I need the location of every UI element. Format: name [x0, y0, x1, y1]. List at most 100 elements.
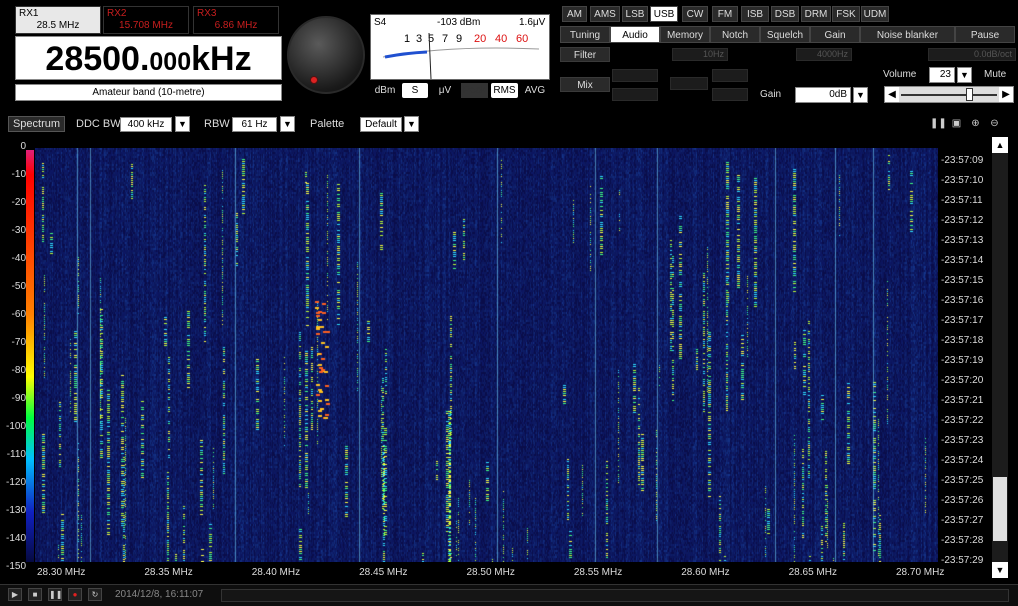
meter-needle-icon — [382, 32, 540, 79]
y-axis-label: -80 — [11, 365, 26, 376]
mode-dsb-button[interactable]: DSB — [771, 6, 799, 22]
recording-timestamp: 2014/12/8, 16:11:07 — [115, 589, 204, 600]
tab-noise-blanker[interactable]: Noise blanker — [860, 26, 955, 43]
mode-udm-button[interactable]: UDM — [861, 6, 889, 22]
filter-preset[interactable] — [612, 69, 658, 82]
tab-pause[interactable]: Pause — [955, 26, 1015, 43]
waterfall-canvas[interactable] — [35, 148, 938, 562]
ddc-bw-select[interactable]: 400 kHz — [120, 117, 172, 132]
loop-icon[interactable]: ↻ — [88, 588, 102, 601]
palette-label: Palette — [310, 118, 345, 130]
y-axis-label: -70 — [11, 337, 26, 348]
time-axis-label: -23:57:28 — [941, 535, 984, 546]
time-axis-label: -23:57:22 — [941, 415, 984, 426]
frequency-main: 28500. — [45, 40, 150, 78]
rbw-label: RBW — [204, 118, 230, 130]
zoom-in-icon[interactable]: ⊕ — [968, 117, 983, 131]
volume-up-arrow-icon[interactable]: ▶ — [999, 87, 1013, 102]
stop-icon[interactable]: ■ — [28, 588, 42, 601]
scrollbar-thumb[interactable] — [993, 477, 1007, 541]
y-axis-label: -90 — [11, 393, 26, 404]
y-axis-label: -10 — [11, 169, 26, 180]
meter-rms-button[interactable]: RMS — [491, 83, 518, 98]
pause-playback-icon[interactable]: ❚❚ — [48, 588, 62, 601]
slope-field[interactable]: 0.0dB/oct — [928, 48, 1016, 61]
time-axis-label: -23:57:23 — [941, 435, 984, 446]
mode-am-button[interactable]: AM — [562, 6, 587, 22]
mode-cw-button[interactable]: CW — [682, 6, 708, 22]
tab-notch[interactable]: Notch — [710, 26, 760, 43]
volume-field[interactable]: 23 — [929, 67, 955, 83]
ddc-bw-dropdown-icon[interactable]: ▼ — [175, 116, 190, 132]
zoom-out-icon[interactable]: ⊖ — [987, 117, 1002, 131]
rx3-freq: 6.86 MHz — [214, 20, 258, 31]
gain-dropdown-icon[interactable]: ▼ — [853, 87, 868, 103]
mode-fsk-button[interactable]: FSK — [832, 6, 860, 22]
rbw-select[interactable]: 61 Hz — [232, 117, 277, 132]
pause-icon[interactable]: ❚❚ — [930, 117, 947, 131]
scroll-down-arrow-icon[interactable]: ▼ — [992, 562, 1008, 578]
mode-lsb-button[interactable]: LSB — [622, 6, 648, 22]
tab-tuning[interactable]: Tuning — [560, 26, 610, 43]
mode-usb-button[interactable]: USB — [650, 6, 678, 22]
high-cut-field[interactable]: 4000Hz — [796, 48, 852, 61]
mix-button[interactable]: Mix — [560, 77, 610, 92]
meter-dbm-button[interactable]: dBm — [371, 83, 399, 98]
x-axis-label: 28.30 MHz — [37, 567, 86, 578]
rx3-tab[interactable]: RX3 6.86 MHz — [193, 6, 279, 34]
mode-isb-button[interactable]: ISB — [741, 6, 769, 22]
frequency-display[interactable]: 28500.000kHz — [15, 36, 282, 80]
rx2-tab[interactable]: RX2 15.708 MHz — [103, 6, 189, 34]
frequency-unit: kHz — [191, 40, 252, 78]
meter-uv-button[interactable]: μV — [432, 83, 458, 98]
mute-button[interactable]: Mute — [984, 69, 1006, 80]
mix-preset[interactable] — [670, 77, 708, 90]
time-axis-label: -23:57:18 — [941, 335, 984, 346]
time-axis-label: -23:57:09 — [941, 155, 984, 166]
spectrum-button[interactable]: Spectrum — [8, 116, 65, 132]
y-axis-label: -150 — [5, 561, 26, 572]
meter-avg-button[interactable]: AVG — [521, 83, 549, 98]
volume-thumb[interactable] — [966, 88, 973, 101]
tab-audio[interactable]: Audio — [610, 26, 660, 43]
tab-gain[interactable]: Gain — [810, 26, 860, 43]
volume-label: Volume — [883, 69, 917, 80]
mix-preset[interactable] — [712, 69, 748, 82]
play-icon[interactable]: ▶ — [8, 588, 22, 601]
low-cut-field[interactable]: 10Hz — [672, 48, 728, 61]
tab-memory[interactable]: Memory — [660, 26, 710, 43]
y-axis-label: -40 — [11, 253, 26, 264]
waterfall-display[interactable] — [35, 148, 938, 562]
y-axis-label: -20 — [11, 197, 26, 208]
scroll-up-arrow-icon[interactable]: ▲ — [992, 137, 1008, 153]
x-axis-label: 28.70 MHz — [896, 567, 945, 578]
knob-indicator-icon — [310, 76, 318, 84]
meter-peak-button[interactable]: Peak — [461, 83, 488, 98]
volume-down-arrow-icon[interactable]: ◀ — [885, 87, 899, 102]
mode-drm-button[interactable]: DRM — [801, 6, 831, 22]
gain-field[interactable]: 0dB — [795, 87, 851, 103]
save-icon[interactable]: ▣ — [949, 117, 964, 131]
palette-dropdown-icon[interactable]: ▼ — [404, 116, 419, 132]
tab-squelch[interactable]: Squelch — [760, 26, 810, 43]
mode-fm-button[interactable]: FM — [712, 6, 738, 22]
timeline-scrollbar[interactable] — [221, 589, 1009, 602]
record-icon[interactable]: ● — [68, 588, 82, 601]
rx2-name: RX2 — [107, 8, 127, 19]
rx1-freq: 28.5 MHz — [36, 20, 80, 31]
time-axis-label: -23:57:25 — [941, 475, 984, 486]
mix-preset[interactable] — [712, 88, 748, 101]
time-axis-label: -23:57:26 — [941, 495, 984, 506]
rbw-dropdown-icon[interactable]: ▼ — [280, 116, 295, 132]
palette-select[interactable]: Default — [360, 117, 402, 132]
filter-button[interactable]: Filter — [560, 47, 610, 62]
volume-slider[interactable]: ◀ ▶ — [884, 86, 1014, 103]
rx1-tab[interactable]: RX1 28.5 MHz — [15, 6, 101, 34]
tuning-knob[interactable] — [287, 16, 365, 94]
filter-preset[interactable] — [612, 88, 658, 101]
volume-dropdown-icon[interactable]: ▼ — [957, 67, 972, 83]
meter-s-button[interactable]: S — [402, 83, 428, 98]
time-axis-label: -23:57:13 — [941, 235, 984, 246]
x-axis-label: 28.50 MHz — [466, 567, 515, 578]
mode-ams-button[interactable]: AMS — [590, 6, 620, 22]
